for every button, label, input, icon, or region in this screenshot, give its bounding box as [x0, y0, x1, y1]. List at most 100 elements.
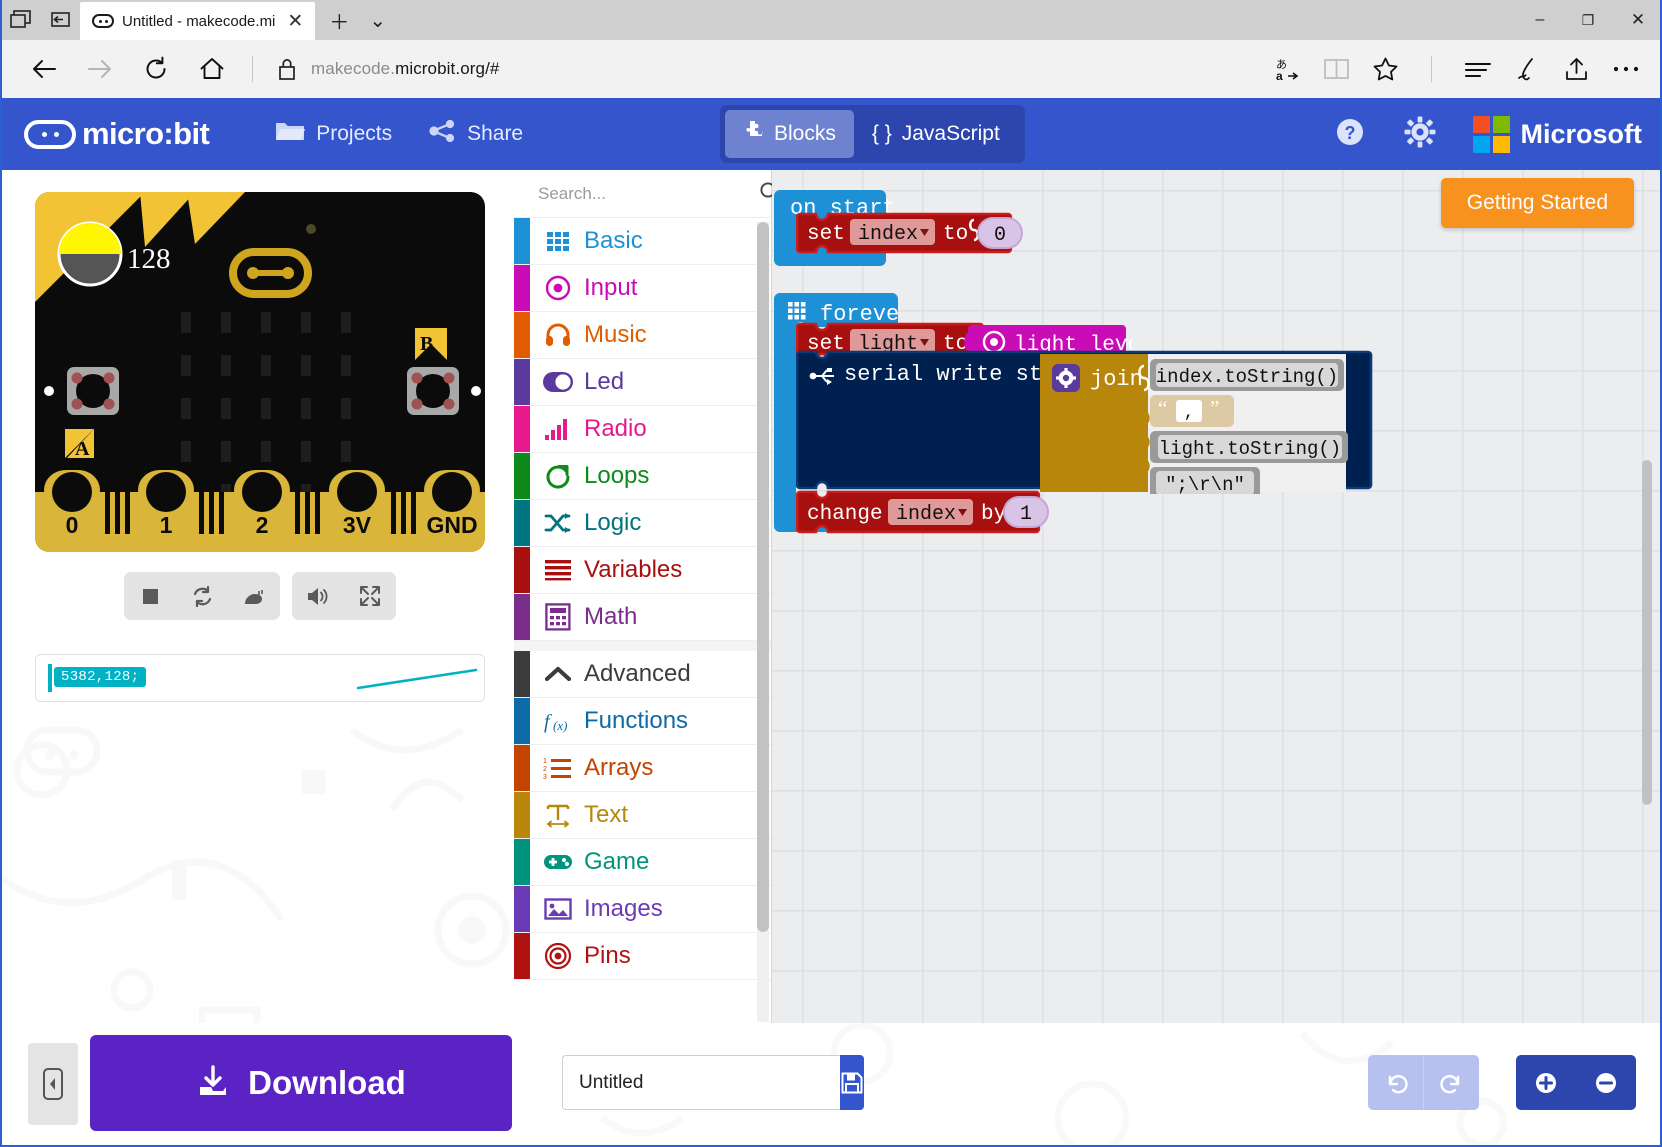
folder-icon: [275, 119, 305, 149]
fullscreen-button[interactable]: [344, 572, 396, 620]
svg-text:2: 2: [543, 766, 547, 773]
toolbox-category-led[interactable]: Led: [514, 359, 771, 406]
help-button[interactable]: ?: [1333, 115, 1367, 154]
new-tab-button[interactable]: ＋: [329, 6, 349, 35]
toolbox-search[interactable]: [514, 170, 771, 218]
microbit-logo[interactable]: micro:bit: [24, 116, 209, 152]
blocks-workspace[interactable]: Getting Started on start set index to 0: [772, 170, 1660, 1023]
microbit-logo-text: micro:bit: [82, 116, 209, 152]
restart-button[interactable]: [176, 572, 228, 620]
share-label: Share: [467, 122, 523, 146]
toolbox-category-variables[interactable]: Variables: [514, 547, 771, 594]
back-arrow-icon[interactable]: [18, 47, 70, 91]
undo-button[interactable]: [1368, 1055, 1423, 1110]
zoom-out-button[interactable]: [1576, 1055, 1636, 1110]
set-aside-tabs-icon[interactable]: [48, 7, 74, 33]
toolbox-label-basic: Basic: [584, 227, 643, 255]
svg-text:3: 3: [543, 774, 547, 780]
download-button[interactable]: Download: [90, 1035, 512, 1131]
share-button[interactable]: Share: [410, 111, 541, 157]
toolbox-category-pins[interactable]: Pins: [514, 933, 771, 980]
tab-javascript[interactable]: { } JavaScript: [854, 110, 1018, 158]
close-icon[interactable]: ✕: [283, 12, 307, 31]
maximize-button[interactable]: ❐: [1564, 0, 1612, 40]
serial-chart-preview[interactable]: 5382,128;: [35, 654, 485, 702]
share-icon[interactable]: [1563, 56, 1590, 83]
tabstrip-system-buttons: [2, 0, 80, 40]
toolbox-category-arrays[interactable]: 123 Arrays: [514, 745, 771, 792]
pin-label-0: 0: [66, 512, 79, 538]
toolbox-scrollbar-thumb[interactable]: [757, 222, 769, 932]
toolbox-category-functions[interactable]: f(x) Functions: [514, 698, 771, 745]
light-level-value: 128: [127, 243, 171, 275]
workspace-vertical-scrollbar[interactable]: [1642, 460, 1652, 805]
settings-button[interactable]: [1403, 115, 1437, 154]
toolbox-category-text[interactable]: Text: [514, 792, 771, 839]
signal-bars-icon: [536, 417, 580, 441]
home-icon[interactable]: [186, 47, 238, 91]
concentric-circles-icon: [536, 942, 580, 970]
refresh-icon[interactable]: [130, 47, 182, 91]
toolbox-scrollbar[interactable]: [757, 222, 769, 1022]
hub-lines-icon[interactable]: [1464, 57, 1492, 81]
tab-blocks-label: Blocks: [774, 122, 836, 146]
mute-button[interactable]: [292, 572, 344, 620]
change-value: 1: [1020, 503, 1032, 526]
browser-tab[interactable]: Untitled - makecode.mi ✕: [80, 2, 315, 40]
set-index-variable: index: [858, 223, 918, 246]
toolbox-category-basic[interactable]: Basic: [514, 218, 771, 265]
toolbox-category-images[interactable]: Images: [514, 886, 771, 933]
join-item-0: index.toString(): [1156, 366, 1338, 388]
join-block[interactable]: join index.toString() “ , ” light.toStri…: [1038, 352, 1348, 494]
toolbox-category-advanced[interactable]: Advanced: [514, 651, 771, 698]
toolbox-category-logic[interactable]: Logic: [514, 500, 771, 547]
microbit-simulator[interactable]: 128: [35, 192, 485, 552]
loop-arrow-icon: [536, 463, 580, 490]
address-bar[interactable]: makecode.microbit.org/#: [311, 59, 499, 79]
light-level-dial: [59, 223, 121, 285]
stop-button[interactable]: [124, 572, 176, 620]
toolbox-category-radio[interactable]: Radio: [514, 406, 771, 453]
debug-button[interactable]: [228, 572, 280, 620]
project-name-input[interactable]: [562, 1055, 840, 1110]
projects-button[interactable]: Projects: [257, 111, 410, 157]
chevron-down-icon[interactable]: ⌄: [369, 8, 386, 33]
getting-started-button[interactable]: Getting Started: [1441, 178, 1634, 228]
tabstrip-actions: ＋ ⌄: [315, 0, 386, 40]
toolbox-category-music[interactable]: Music: [514, 312, 771, 359]
redo-button[interactable]: [1424, 1055, 1479, 1110]
reading-view-icon[interactable]: [1323, 57, 1350, 81]
toolbox-label-variables: Variables: [584, 556, 682, 584]
translate-icon[interactable]: あa: [1275, 56, 1301, 82]
pin-label-2: 2: [256, 512, 269, 538]
minimize-button[interactable]: –: [1516, 0, 1564, 40]
more-ellipsis-icon[interactable]: [1612, 64, 1640, 74]
zoom-in-button[interactable]: [1516, 1055, 1576, 1110]
simulator-controls: [124, 572, 396, 620]
tab-blocks[interactable]: Blocks: [725, 110, 854, 158]
pen-notes-icon[interactable]: [1514, 56, 1541, 83]
toolbox-label-led: Led: [584, 368, 624, 396]
star-icon[interactable]: [1372, 56, 1399, 82]
join-item-3: ";\r\n": [1165, 474, 1245, 494]
toolbox-category-input[interactable]: Input: [514, 265, 771, 312]
save-button[interactable]: [840, 1055, 864, 1110]
toolbox-category-math[interactable]: Math: [514, 594, 771, 641]
task-view-icon[interactable]: [8, 7, 34, 33]
undo-redo-group: [1368, 1055, 1479, 1110]
toolbox-separator: [514, 641, 771, 651]
close-window-button[interactable]: ✕: [1612, 0, 1662, 40]
to-label: to: [943, 223, 968, 246]
toolbox-category-game[interactable]: Game: [514, 839, 771, 886]
collapse-simulator-button[interactable]: [28, 1043, 78, 1125]
pin-label-gnd: GND: [426, 512, 477, 538]
toggle-icon: [536, 371, 580, 393]
search-input[interactable]: [538, 184, 759, 204]
change-value-shadow[interactable]: 1: [1002, 492, 1062, 536]
index-value-shadow[interactable]: 0: [976, 214, 1036, 256]
blocks-toolbox: Basic Input Music Led: [514, 170, 772, 1025]
toolbox-category-loops[interactable]: Loops: [514, 453, 771, 500]
svg-text:“: “: [1158, 396, 1167, 420]
microsoft-logo[interactable]: Microsoft: [1473, 116, 1643, 153]
toolbox-label-functions: Functions: [584, 707, 688, 735]
